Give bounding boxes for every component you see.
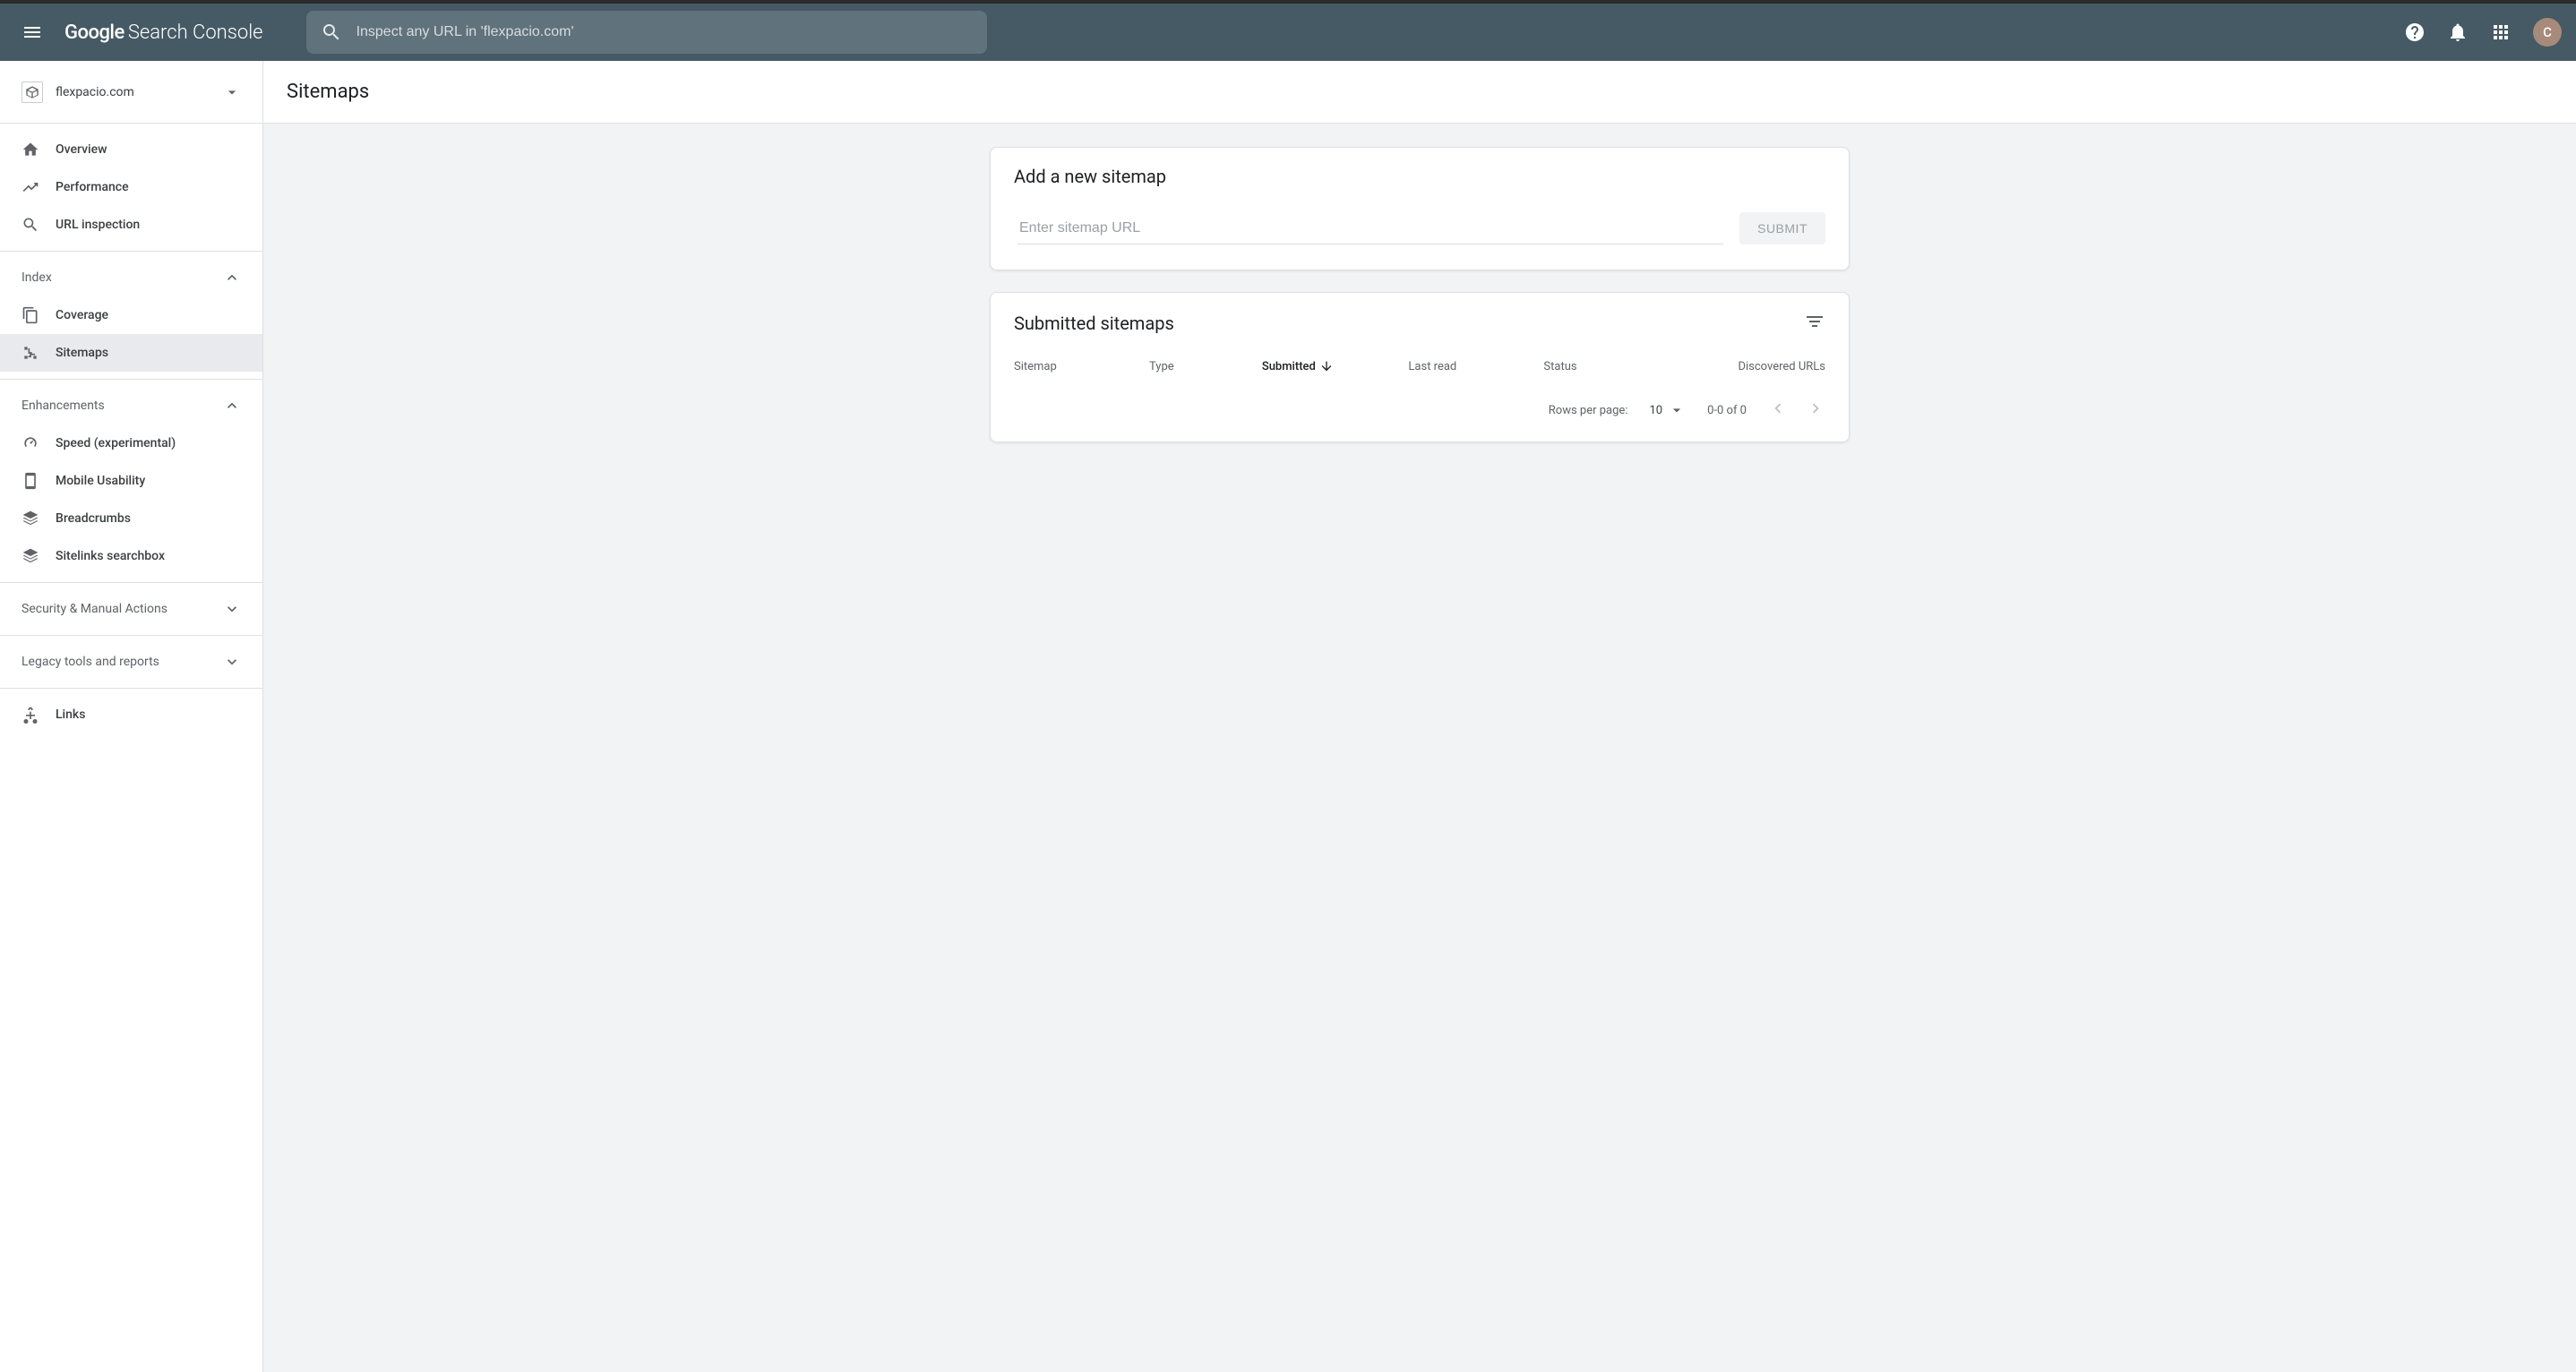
table-header-row: Sitemap Type Submitted Last read Status … (991, 347, 1849, 386)
gauge-icon (21, 434, 39, 452)
section-header-legacy[interactable]: Legacy tools and reports (0, 643, 262, 681)
sidebar-item-performance[interactable]: Performance (0, 168, 262, 206)
section-header-label: Security & Manual Actions (21, 602, 167, 616)
arrow-down-icon (1319, 359, 1334, 373)
rows-per-page-select[interactable]: 10 (1649, 401, 1686, 419)
home-icon (21, 141, 39, 159)
th-last-read[interactable]: Last read (1408, 359, 1543, 373)
sidebar-item-label: URL inspection (56, 218, 140, 232)
section-header-label: Legacy tools and reports (21, 655, 159, 669)
notifications-button[interactable] (2440, 14, 2476, 50)
url-search-box[interactable] (306, 11, 987, 54)
search-icon (321, 21, 342, 43)
sidebar-item-label: Breadcrumbs (56, 511, 131, 526)
th-discovered[interactable]: Discovered URLs (1713, 359, 1825, 373)
sidebar-item-coverage[interactable]: Coverage (0, 296, 262, 334)
avatar-letter: C (2543, 24, 2552, 40)
chevron-up-icon (223, 269, 241, 287)
chevron-up-icon (223, 397, 241, 415)
cube-icon (25, 85, 39, 99)
sidebar-item-label: Coverage (56, 308, 108, 322)
links-icon (21, 706, 39, 724)
layers-icon (21, 547, 39, 565)
th-status[interactable]: Status (1543, 359, 1713, 373)
help-icon (2404, 21, 2426, 43)
sidebar-item-url-inspection[interactable]: URL inspection (0, 206, 262, 244)
submitted-card-title: Submitted sitemaps (1014, 313, 1174, 334)
header-actions: C (2397, 14, 2565, 50)
apps-button[interactable] (2483, 14, 2519, 50)
page-title: Sitemaps (287, 81, 369, 103)
property-name: flexpacio.com (56, 85, 210, 99)
sidebar-item-links[interactable]: Links (0, 696, 262, 733)
section-header-index[interactable]: Index (0, 259, 262, 296)
dropdown-caret-icon (223, 83, 241, 101)
sidebar: flexpacio.com Overview Performance URL i… (0, 61, 263, 1372)
sidebar-item-label: Performance (56, 180, 129, 194)
rows-per-page-label: Rows per page: (1549, 404, 1628, 417)
apps-grid-icon (2490, 21, 2512, 43)
sitemap-icon (21, 344, 39, 362)
page-header: Sitemaps (263, 61, 2576, 124)
logo-google-text: Google (64, 21, 125, 44)
sidebar-item-label: Overview (56, 142, 107, 157)
magnifier-icon (21, 216, 39, 234)
filter-icon (1804, 311, 1825, 332)
sidebar-item-label: Speed (experimental) (56, 436, 176, 450)
th-type[interactable]: Type (1149, 359, 1262, 373)
product-logo: Google Search Console (64, 21, 263, 44)
sidebar-item-label: Sitelinks searchbox (56, 549, 165, 563)
section-header-enhancements[interactable]: Enhancements (0, 387, 262, 424)
chevron-left-icon (1768, 399, 1788, 418)
chevron-right-icon (1806, 399, 1825, 418)
dropdown-caret-icon (1668, 401, 1686, 419)
filter-button[interactable] (1804, 311, 1825, 336)
sidebar-item-speed[interactable]: Speed (experimental) (0, 424, 262, 462)
section-header-label: Index (21, 270, 52, 285)
submit-button[interactable]: SUBMIT (1739, 212, 1825, 244)
sidebar-item-label: Links (56, 707, 85, 722)
submitted-sitemaps-card: Submitted sitemaps Sitemap Type Submitte… (990, 292, 1850, 442)
main-menu-button[interactable] (11, 11, 54, 54)
add-sitemap-card: Add a new sitemap SUBMIT (990, 147, 1850, 270)
chevron-down-icon (223, 653, 241, 671)
table-footer: Rows per page: 10 0-0 of 0 (991, 386, 1849, 442)
app-header: Google Search Console C (0, 4, 2576, 61)
rows-value: 10 (1649, 404, 1662, 417)
bell-icon (2447, 21, 2469, 43)
chevron-down-icon (223, 600, 241, 618)
layers-icon (21, 510, 39, 527)
sidebar-item-breadcrumbs[interactable]: Breadcrumbs (0, 500, 262, 537)
add-card-title: Add a new sitemap (1014, 166, 1825, 187)
sidebar-item-sitemaps[interactable]: Sitemaps (0, 334, 262, 372)
sitemap-url-input[interactable] (1018, 213, 1723, 244)
logo-product-text: Search Console (128, 21, 263, 44)
sidebar-item-overview[interactable]: Overview (0, 131, 262, 168)
main-content: Sitemaps Add a new sitemap SUBMIT Submit… (263, 61, 2576, 1372)
property-icon (21, 81, 43, 103)
section-header-security[interactable]: Security & Manual Actions (0, 590, 262, 628)
pagination-range: 0-0 of 0 (1707, 404, 1747, 417)
section-header-label: Enhancements (21, 399, 105, 413)
sidebar-item-label: Sitemaps (56, 346, 108, 360)
help-button[interactable] (2397, 14, 2433, 50)
hamburger-icon (21, 21, 43, 43)
property-selector[interactable]: flexpacio.com (0, 61, 262, 124)
pages-icon (21, 306, 39, 324)
th-sitemap[interactable]: Sitemap (1014, 359, 1149, 373)
sidebar-item-mobile[interactable]: Mobile Usability (0, 462, 262, 500)
sidebar-item-sitelinks[interactable]: Sitelinks searchbox (0, 537, 262, 575)
next-page-button[interactable] (1806, 399, 1825, 422)
prev-page-button[interactable] (1768, 399, 1788, 422)
account-avatar[interactable]: C (2533, 18, 2562, 47)
trend-icon (21, 178, 39, 196)
search-input[interactable] (356, 24, 973, 40)
mobile-icon (21, 472, 39, 490)
sidebar-item-label: Mobile Usability (56, 474, 145, 488)
th-submitted[interactable]: Submitted (1262, 359, 1409, 373)
